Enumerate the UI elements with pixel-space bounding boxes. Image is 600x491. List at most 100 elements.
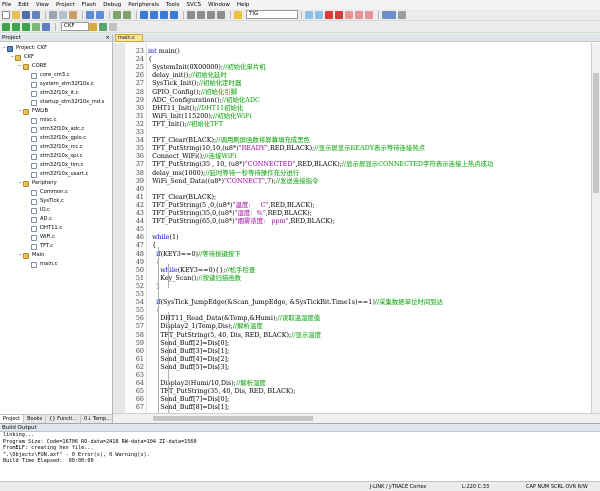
- menu-help[interactable]: Help: [237, 2, 250, 8]
- bookmark-icon[interactable]: [140, 10, 148, 19]
- tree-file[interactable]: stm32f10x_adc.c: [0, 125, 112, 134]
- menu-peripherals[interactable]: Peripherals: [128, 2, 159, 8]
- target-select[interactable]: CKF: [61, 22, 89, 31]
- code-line[interactable]: DHT11_Init();//DHT11初始化: [148, 104, 243, 112]
- nav-forward-icon[interactable]: [123, 10, 131, 19]
- target-options-icon[interactable]: [89, 22, 97, 31]
- close-icon[interactable]: ×: [105, 34, 110, 42]
- tree-file[interactable]: core_cm3.c: [0, 71, 112, 80]
- tab-main-c[interactable]: main.c: [115, 34, 143, 42]
- new-file-icon[interactable]: [2, 10, 10, 19]
- breakpoint-disable-icon[interactable]: [355, 10, 363, 19]
- breakpoint-gutter[interactable]: [113, 43, 125, 413]
- configure-icon[interactable]: [398, 10, 406, 19]
- window-layout-icon[interactable]: [382, 10, 396, 19]
- tree-file[interactable]: WiFi.c: [0, 233, 112, 242]
- tree-folder[interactable]: − CORE: [0, 62, 112, 71]
- indent-icon[interactable]: [187, 10, 195, 19]
- batch-build-icon[interactable]: [32, 22, 40, 31]
- code-line[interactable]: Key_Scan();//按键扫描函数: [148, 274, 241, 282]
- panel-tab[interactable]: {} Functi...: [46, 415, 81, 423]
- code-line[interactable]: Display2_1(Temp,Dis);//解析温度: [148, 322, 263, 330]
- tree-folder[interactable]: − Periphery: [0, 179, 112, 188]
- code-line[interactable]: ADC_Configuration();//初始化ADC: [148, 96, 260, 104]
- save-all-icon[interactable]: [32, 10, 40, 19]
- menu-window[interactable]: Window: [208, 2, 230, 8]
- menu-debug[interactable]: Debug: [103, 2, 121, 8]
- manage-components-icon[interactable]: [99, 22, 107, 31]
- code-line[interactable]: SysTick_Init();//初始化定时器: [148, 79, 241, 87]
- copy-icon[interactable]: [59, 10, 67, 19]
- tree-file[interactable]: stm32f10x_usart.c: [0, 170, 112, 179]
- unindent-icon[interactable]: [197, 10, 205, 19]
- comment-icon[interactable]: [207, 10, 215, 19]
- code-line[interactable]: TFT_PutString(5 ,0,(u8*)"温度: C",RED,BLAC…: [148, 201, 315, 209]
- code-line[interactable]: TFT_PutString(35 , 10, (u8*)"CONNECTED",…: [148, 160, 493, 168]
- code-line[interactable]: int main(): [148, 47, 180, 55]
- menu-project[interactable]: Project: [56, 2, 75, 8]
- code-line[interactable]: TFT_Clear(BLACK);//调用刷屏函数将屏幕填充成黑色: [148, 136, 310, 144]
- tree-file[interactable]: TFT.c: [0, 242, 112, 251]
- tree-file[interactable]: AD.c: [0, 215, 112, 224]
- incremental-find-icon[interactable]: [315, 10, 323, 19]
- code-line[interactable]: Send_Buff[4]=Dis[2];: [148, 355, 229, 363]
- menu-tools[interactable]: Tools: [166, 2, 180, 8]
- cut-icon[interactable]: [49, 10, 57, 19]
- tree-file[interactable]: system_stm32f10x.c: [0, 80, 112, 89]
- breakpoint-icon[interactable]: [335, 10, 343, 19]
- code-line[interactable]: {: [148, 241, 156, 249]
- menu-edit[interactable]: Edit: [18, 2, 29, 8]
- debug-start-icon[interactable]: [325, 10, 333, 19]
- save-icon[interactable]: [22, 10, 30, 19]
- tree-file[interactable]: stm32f10x_spi.c: [0, 152, 112, 161]
- code-line[interactable]: TFT_PutString(35,0,(u8*)"湿度: %",RED,BLAC…: [148, 209, 312, 217]
- find-in-files-icon[interactable]: [305, 10, 313, 19]
- code-line[interactable]: GPIO_Config();//初始化引脚: [148, 88, 237, 96]
- code-line[interactable]: TFT_PutString(35, 40, Dis, RED, BLACK);: [148, 387, 295, 395]
- code-line[interactable]: Send_Buff[7]=Dis[0];: [148, 395, 229, 403]
- tree-folder[interactable]: − Main: [0, 251, 112, 260]
- tree-file[interactable]: misc.c: [0, 116, 112, 125]
- tree-file[interactable]: IO.c: [0, 206, 112, 215]
- code-line[interactable]: while(1): [148, 233, 179, 241]
- rebuild-icon[interactable]: [22, 22, 30, 31]
- tree-folder[interactable]: − CKF: [0, 53, 112, 62]
- menu-file[interactable]: File: [2, 2, 11, 8]
- bookmark-next-icon[interactable]: [160, 10, 168, 19]
- code-line[interactable]: if(SysTick_JumpEdge(&Scan_JumpEdge, &Sys…: [148, 298, 443, 306]
- panel-tab[interactable]: 0↓ Temp...: [81, 415, 115, 423]
- code-line[interactable]: while(KEY3==0){};//松手检查: [148, 266, 255, 274]
- translate-icon[interactable]: [2, 22, 10, 31]
- tree-file[interactable]: DHT11.c: [0, 224, 112, 233]
- code-line[interactable]: Send_Buff[3]=Dis[1];: [148, 347, 229, 355]
- tree-file[interactable]: stm32f10x_it.c: [0, 89, 112, 98]
- find-combo[interactable]: TIG: [246, 10, 298, 19]
- code-line[interactable]: {: [148, 55, 152, 63]
- download-icon[interactable]: [42, 22, 50, 31]
- code-line[interactable]: Send_Buff[5]=Dis[3];: [148, 363, 229, 371]
- tree-file[interactable]: stm32f10x_rcc.c: [0, 143, 112, 152]
- horizontal-scroll-thumb[interactable]: [153, 416, 313, 421]
- uncomment-icon[interactable]: [217, 10, 225, 19]
- panel-tab[interactable]: Books: [24, 415, 47, 423]
- horizontal-scrollbar[interactable]: [113, 413, 600, 423]
- find-icon[interactable]: [234, 10, 242, 19]
- bookmark-prev-icon[interactable]: [150, 10, 158, 19]
- code-line[interactable]: Send_Buff[8]=Dis[1];: [148, 403, 229, 411]
- code-line[interactable]: WiFi_Init(115200);//初始化WiFi: [148, 112, 251, 120]
- redo-icon[interactable]: [96, 10, 104, 19]
- vertical-scroll-thumb[interactable]: [593, 73, 599, 193]
- menu-view[interactable]: View: [36, 2, 49, 8]
- tree-file[interactable]: main.c: [0, 260, 112, 269]
- tree-file[interactable]: SysTick.c: [0, 197, 112, 206]
- code-line[interactable]: if(KEY3==0)//等待按键按下: [148, 250, 241, 258]
- code-line[interactable]: TFT_Init();//初始化TFT: [148, 120, 223, 128]
- breakpoint-clear-icon[interactable]: [345, 10, 353, 19]
- code-line[interactable]: Send_Buff[2]=Dis[0];: [148, 339, 229, 347]
- menu-svcs[interactable]: SVCS: [187, 2, 202, 8]
- panel-tab[interactable]: Project: [0, 415, 25, 423]
- nav-back-icon[interactable]: [113, 10, 121, 19]
- vertical-scrollbar[interactable]: [591, 43, 600, 413]
- menu-flash[interactable]: Flash: [82, 2, 96, 8]
- tree-folder[interactable]: − Project: CKF: [0, 44, 112, 53]
